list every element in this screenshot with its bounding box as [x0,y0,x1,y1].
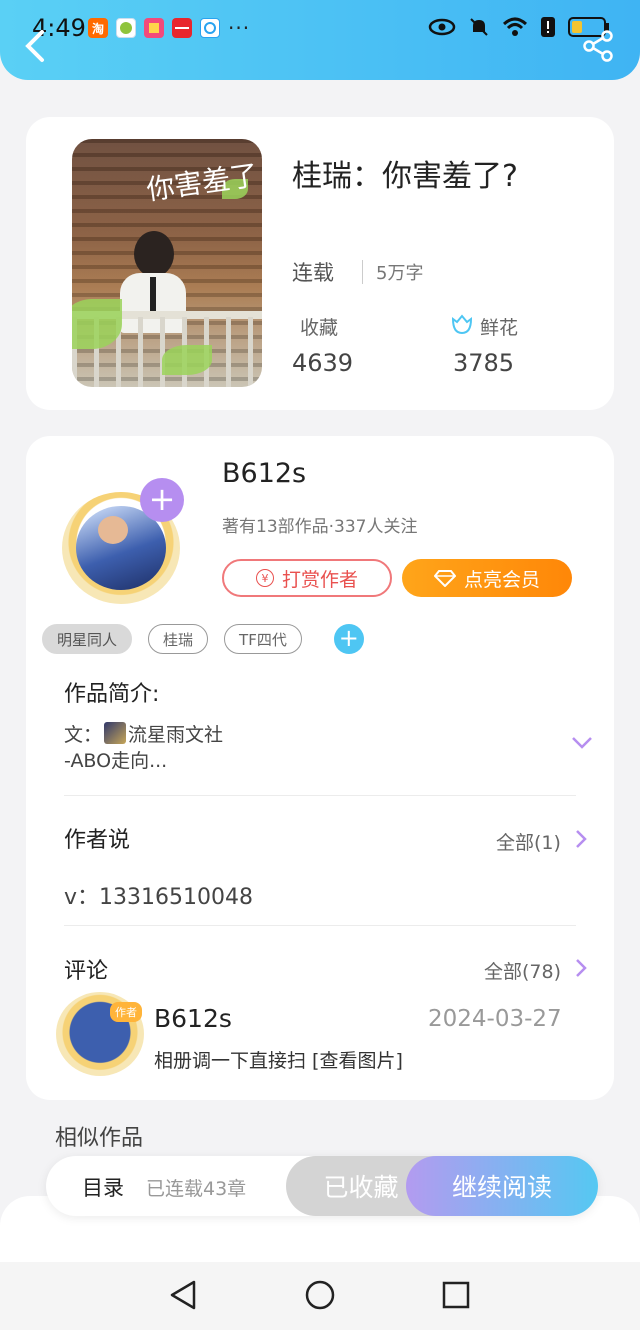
vip-label: 点亮会员 [463,568,540,591]
add-tag-button[interactable]: + [333,624,364,654]
book-status: 连载 [292,261,334,285]
tag-item[interactable]: 明星同人 [42,624,133,654]
flowers-count: 3785 [453,349,515,377]
favorites-label: 收藏 [300,317,339,339]
divider [64,795,576,796]
comments-title: 评论 [64,959,109,984]
expand-chevron-down-icon[interactable] [570,734,594,752]
app-icon [144,18,164,38]
tag-item[interactable]: TF四代 [224,624,302,654]
more-notifications-icon: ··· [228,16,251,40]
divider [64,925,576,926]
diamond-icon [433,570,456,587]
chevron-right-icon[interactable] [574,957,588,979]
bell-mute-icon [470,18,488,36]
chapter-count: 已连载43章 [146,1178,247,1200]
author-name: B612s [222,458,307,489]
action-bar: 目录 已连载43章 已收藏 继续阅读 [46,1156,598,1216]
favorites-count: 4639 [292,349,354,377]
intro-text-line: -ABO走向... [64,750,168,772]
header: 4:49 淘 ··· [0,0,640,80]
comment-date: 2024-03-27 [428,1006,562,1032]
tip-author-button[interactable]: ¥ 打赏作者 [222,559,392,597]
author-says-title: 作者说 [64,828,131,853]
app-icon [200,18,220,38]
app-icon [116,18,136,38]
wifi-icon [502,17,528,36]
cover-leaf [162,345,212,375]
intro-text-line: 文： 流星雨文社 [64,720,223,747]
toc-button[interactable]: 目录 [82,1172,124,1202]
cover-figure-head [134,231,174,277]
status-divider [362,260,363,284]
system-navigation-bar [0,1262,640,1330]
huawei-icon [172,18,192,38]
notification-icons: 淘 [88,18,220,38]
author-says-see-all[interactable]: 全部(1) [496,828,561,855]
similar-works-title: 相似作品 [55,1126,144,1151]
follow-plus-button[interactable]: + [140,478,184,522]
flower-icon [451,314,473,335]
intro-club: 流星雨文社 [128,724,224,746]
author-stats: 著有13部作品·337人关注 [222,517,418,537]
comment-text[interactable]: 相册调一下直接扫 [查看图片] [154,1046,403,1073]
tag-item[interactable]: 桂瑞 [148,624,209,654]
back-arrow-icon[interactable] [22,28,52,64]
continue-reading-button[interactable]: 继续阅读 [406,1156,598,1216]
tip-author-label: 打赏作者 [281,568,358,591]
book-word-count: 5万字 [376,263,424,284]
taobao-icon: 淘 [88,18,108,38]
share-icon[interactable] [582,30,614,62]
home-circle-icon[interactable] [303,1278,337,1312]
vip-button[interactable]: 点亮会员 [402,559,572,597]
alert-icon [541,17,555,37]
comment-author-name: B612s [154,1004,232,1033]
author-says-text: v：13316510048 [64,885,253,910]
author-card: + B612s 著有13部作品·337人关注 ¥ 打赏作者 点亮会员 明星同人 … [26,436,614,1100]
intro-prefix: 文： [64,724,103,746]
back-triangle-icon[interactable] [166,1278,200,1312]
meteor-icon [104,722,127,744]
comments-see-all[interactable]: 全部(78) [484,957,561,984]
yen-icon: ¥ [255,569,274,587]
intro-title: 作品简介: [64,682,160,707]
book-info-card: 你害羞了 桂瑞：你害羞了? 连载 5万字 收藏 4639 鲜花 3785 [26,117,614,410]
recents-square-icon[interactable] [439,1278,473,1312]
tag-list: 明星同人 桂瑞 TF四代 + [42,624,364,654]
book-title: 桂瑞：你害羞了? [292,159,518,194]
eye-icon [428,18,456,36]
chevron-right-icon[interactable] [574,828,588,850]
book-cover[interactable]: 你害羞了 [72,139,262,387]
flowers-label: 鲜花 [480,317,519,339]
author-badge: 作者 [110,1002,142,1022]
